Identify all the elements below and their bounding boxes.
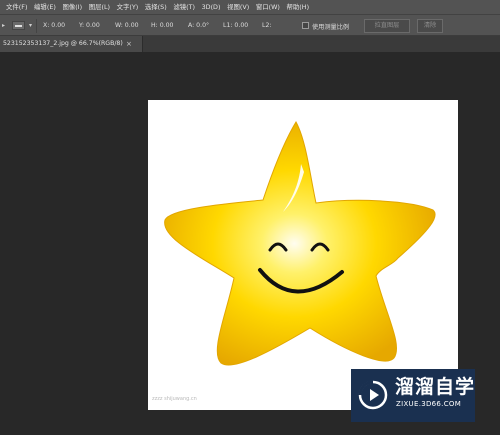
x-readout: X: 0.00 <box>43 22 66 29</box>
use-scale-label: 使用测量比例 <box>312 24 350 31</box>
angle-readout: A: 0.0° <box>188 22 210 29</box>
menu-filter[interactable]: 滤镜(T) <box>173 0 195 14</box>
h-readout: H: 0.00 <box>151 22 174 29</box>
document-tab[interactable]: 523152353137_2.jpg @ 66.7%(RGB/8) × <box>0 36 143 52</box>
menu-help[interactable]: 帮助(H) <box>287 0 310 14</box>
image-source-caption: zzzz shijuwang.cn <box>152 396 197 402</box>
ruler-tool-preset-icon[interactable] <box>12 21 25 30</box>
star-shape <box>164 121 436 366</box>
tool-arrow-icon[interactable]: ▸ <box>2 22 5 29</box>
menu-file[interactable]: 文件(F) <box>6 0 27 14</box>
options-bar: ▸ ▾ X: 0.00 Y: 0.00 W: 0.00 H: 0.00 A: 0… <box>0 14 500 36</box>
document-tab-strip: 523152353137_2.jpg @ 66.7%(RGB/8) × <box>0 36 500 52</box>
watermark-name: 溜溜自学 <box>395 376 476 398</box>
clear-button[interactable]: 清除 <box>417 19 443 33</box>
straighten-layer-button[interactable]: 拉直图层 <box>364 19 410 33</box>
watermark-url: ZIXUE.3D66.COM <box>396 400 462 408</box>
l1-readout: L1: 0.00 <box>223 22 249 29</box>
document-tab-title: 523152353137_2.jpg @ 66.7%(RGB/8) <box>3 40 123 47</box>
menu-type[interactable]: 文字(Y) <box>117 0 139 14</box>
use-scale-checkbox[interactable] <box>302 22 309 29</box>
close-icon[interactable]: × <box>126 36 132 52</box>
smiling-star-image <box>164 121 436 366</box>
y-readout: Y: 0.00 <box>79 22 100 29</box>
canvas-document[interactable]: zzzz shijuwang.cn <box>148 100 458 410</box>
preset-dropdown-icon[interactable]: ▾ <box>29 22 32 29</box>
menu-bar: 文件(F) 编辑(E) 图像(I) 图层(L) 文字(Y) 选择(S) 滤镜(T… <box>0 0 500 14</box>
menu-view[interactable]: 视图(V) <box>227 0 249 14</box>
site-watermark-logo: 溜溜自学 ZIXUE.3D66.COM <box>351 369 475 422</box>
w-readout: W: 0.00 <box>115 22 139 29</box>
menu-window[interactable]: 窗口(W) <box>256 0 280 14</box>
menu-select[interactable]: 选择(S) <box>145 0 167 14</box>
options-divider <box>36 19 37 33</box>
menu-layer[interactable]: 图层(L) <box>89 0 110 14</box>
l2-readout: L2: <box>262 22 272 29</box>
play-logo-icon <box>358 380 388 410</box>
menu-image[interactable]: 图像(I) <box>62 0 82 14</box>
menu-edit[interactable]: 编辑(E) <box>34 0 56 14</box>
menu-3d[interactable]: 3D(D) <box>202 0 221 14</box>
